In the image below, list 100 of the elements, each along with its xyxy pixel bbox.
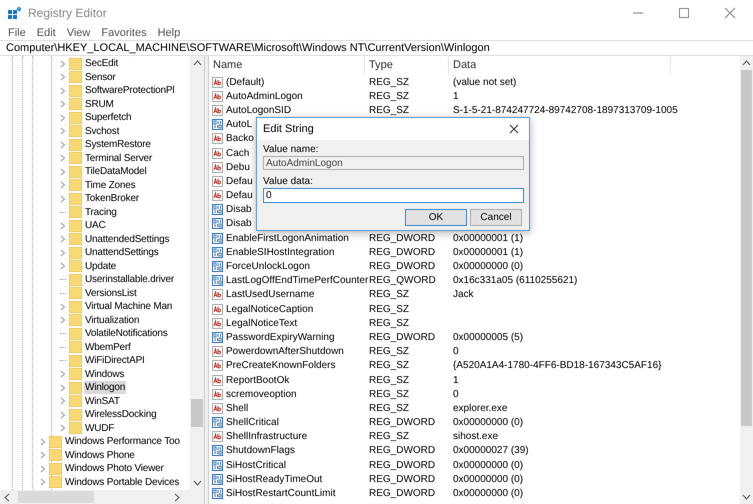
value-name[interactable]: Defau — [226, 188, 253, 204]
value-name[interactable]: ReportBootOk — [226, 372, 290, 388]
value-name[interactable]: Debu — [226, 160, 250, 175]
tree-item[interactable]: WinSAT — [84, 394, 121, 408]
value-name[interactable]: AutoLogonSID — [226, 102, 292, 118]
value-name[interactable]: scremoveoption — [226, 386, 297, 402]
expand-chevron-icon[interactable] — [60, 302, 66, 311]
value-data-field[interactable]: 0 — [263, 188, 524, 203]
value-name[interactable]: PowerdownAfterShutdown — [226, 344, 344, 360]
value-name[interactable]: ForceUnlockLogon — [226, 259, 310, 274]
expand-chevron-icon[interactable] — [60, 154, 66, 162]
expand-chevron-icon[interactable] — [60, 370, 66, 378]
tree-item[interactable]: UnattendedSettings — [84, 232, 170, 246]
value-name[interactable]: Backo — [226, 131, 254, 146]
tree-item[interactable]: WUDF — [84, 422, 116, 435]
value-name[interactable]: PasswordExpiryWarning — [226, 330, 335, 345]
tree-item[interactable]: Update — [84, 260, 118, 273]
value-name[interactable]: Cach — [226, 146, 250, 161]
value-name[interactable]: SiHostRestartCountLimit — [226, 486, 336, 502]
value-name[interactable]: PreCreateKnownFolders — [226, 358, 336, 374]
expand-chevron-icon[interactable] — [60, 194, 66, 203]
tree-item[interactable]: Windows — [84, 368, 126, 381]
value-name[interactable]: Disab — [226, 202, 252, 218]
column-header[interactable]: Name — [209, 56, 365, 75]
value-name[interactable]: Disab — [226, 216, 252, 232]
expand-chevron-icon[interactable] — [60, 384, 66, 392]
value-name[interactable]: Shell — [226, 400, 248, 416]
close-icon[interactable] — [509, 124, 519, 134]
menu-item[interactable]: Help — [158, 24, 180, 42]
value-name[interactable]: (Default) — [226, 74, 264, 90]
dialog-button[interactable]: OK — [405, 209, 467, 226]
scrollbar-thumb[interactable] — [18, 491, 94, 503]
menu-item[interactable]: View — [66, 24, 90, 42]
expand-chevron-icon[interactable] — [60, 60, 66, 68]
tree-item[interactable]: Tracing — [84, 206, 118, 219]
expand-chevron-icon[interactable] — [60, 410, 66, 419]
tree-item[interactable]: Svchost — [84, 124, 120, 138]
value-name[interactable]: LegalNoticeText — [226, 316, 298, 331]
tree-item[interactable]: Virtualization — [84, 314, 140, 327]
value-name[interactable]: EnableSIHostIntegration — [226, 244, 334, 260]
value-name[interactable]: LastLogOffEndTimePerfCounter — [226, 273, 368, 288]
tree-item[interactable]: VolatileNotifications — [84, 327, 169, 340]
tree-item[interactable]: Superfetch — [84, 111, 132, 124]
column-header[interactable]: Type — [365, 56, 449, 75]
dialog-button[interactable]: Cancel — [470, 209, 522, 226]
menu-item[interactable]: File — [8, 24, 26, 42]
expand-chevron-icon[interactable] — [40, 464, 46, 473]
list-scrollbar[interactable] — [740, 56, 753, 504]
tree-item[interactable]: Windows Photo Viewer — [64, 462, 165, 476]
value-name[interactable]: EnableFirstLogonAnimation — [226, 230, 349, 246]
expand-chevron-icon[interactable] — [60, 222, 66, 230]
tree-item[interactable]: Virtual Machine Man — [84, 300, 174, 314]
tree-item[interactable]: VersionsList — [84, 286, 138, 300]
tree-item[interactable]: WbemPerf — [84, 340, 132, 354]
address-bar[interactable]: Computer\HKEY_LOCAL_MACHINE\SOFTWARE\Microsoft\Windows NT\CurrentVersion\Winlogon — [6, 40, 490, 56]
scrollbar-thumb[interactable] — [741, 70, 752, 426]
expand-chevron-icon[interactable] — [60, 168, 66, 176]
value-name[interactable]: ShellInfrastructure — [226, 429, 308, 444]
expand-chevron-icon[interactable] — [60, 235, 66, 244]
value-name[interactable]: SiHostCritical — [226, 458, 286, 473]
tree-item[interactable]: TokenBroker — [84, 192, 140, 206]
tree-item[interactable]: UAC — [84, 219, 107, 232]
menu-item[interactable]: Edit — [36, 24, 56, 42]
expand-chevron-icon[interactable] — [60, 114, 66, 122]
expand-chevron-icon[interactable] — [60, 397, 66, 406]
value-name[interactable]: AutoAdminLogon — [226, 88, 303, 104]
value-name[interactable]: AutoL — [226, 117, 252, 132]
value-name[interactable]: LastUsedUsername — [226, 287, 314, 302]
tree-item[interactable]: Sensor — [84, 70, 116, 84]
tree-item[interactable]: WiFiDirectAPI — [84, 354, 146, 368]
expand-chevron-icon[interactable] — [60, 181, 66, 190]
scrollbar-thumb[interactable] — [191, 399, 203, 427]
expand-chevron-icon[interactable] — [60, 73, 66, 82]
expand-chevron-icon[interactable] — [60, 424, 66, 432]
tree-item[interactable]: SRUM — [84, 98, 115, 111]
expand-chevron-icon[interactable] — [60, 86, 66, 95]
tree-scrollbar[interactable] — [190, 56, 204, 490]
value-name[interactable]: SiHostReadyTimeOut — [226, 472, 322, 487]
expand-chevron-icon[interactable] — [40, 478, 46, 486]
value-name[interactable]: ShellCritical — [226, 415, 279, 430]
tree-item[interactable]: Terminal Server — [84, 152, 154, 165]
tree-item[interactable]: SystemRestore — [84, 138, 152, 152]
column-header[interactable]: Data — [449, 56, 671, 75]
tree-item[interactable]: Winlogon — [84, 381, 126, 394]
tree-item[interactable]: Windows Portable Devices — [64, 476, 180, 489]
expand-chevron-icon[interactable] — [60, 140, 66, 149]
horizontal-scrollbar[interactable] — [0, 490, 204, 504]
value-name-field[interactable]: AutoAdminLogon — [263, 156, 524, 170]
value-name[interactable]: LegalNoticeCaption — [226, 302, 314, 317]
tree-item[interactable]: Userinstallable.driver — [84, 273, 175, 286]
menu-item[interactable]: Favorites — [101, 24, 147, 42]
tree-item[interactable]: WirelessDocking — [84, 408, 158, 422]
expand-chevron-icon[interactable] — [60, 248, 66, 257]
expand-chevron-icon[interactable] — [60, 127, 66, 136]
tree-item[interactable]: Time Zones — [84, 178, 136, 192]
expand-chevron-icon[interactable] — [60, 100, 66, 108]
tree-item[interactable]: SecEdit — [84, 57, 120, 70]
tree-item[interactable]: Windows Performance Too — [64, 435, 181, 448]
tree-item[interactable]: SoftwareProtectionPl — [84, 84, 176, 98]
tree-item[interactable]: UnattendSettings — [84, 246, 160, 260]
